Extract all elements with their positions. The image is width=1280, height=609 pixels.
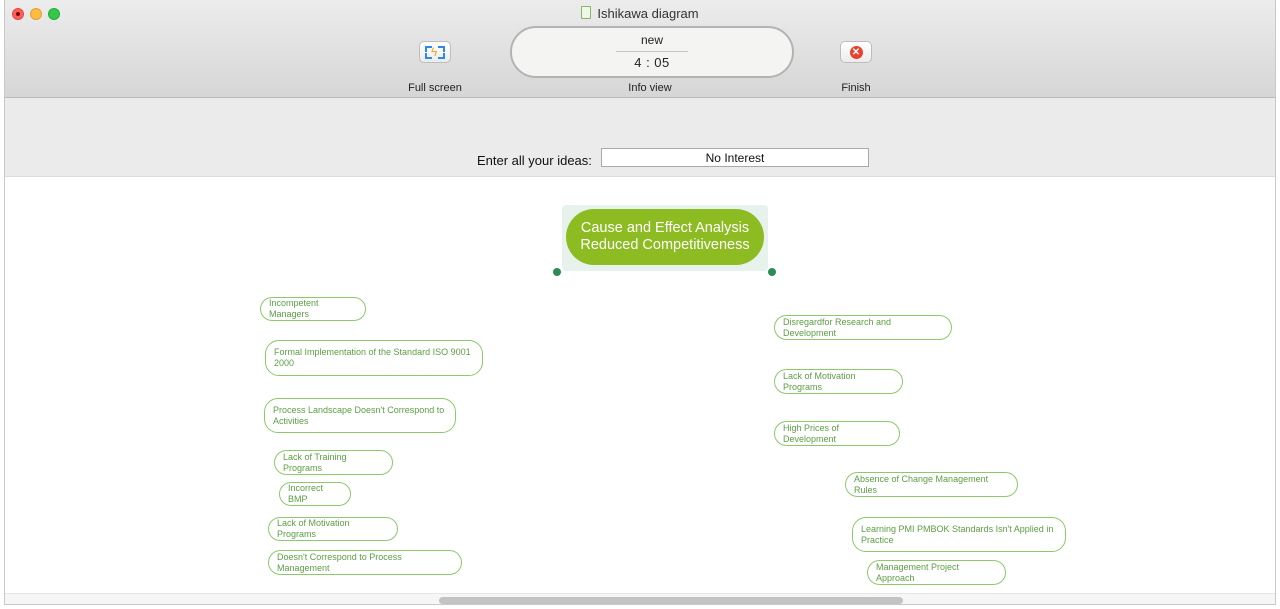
idea-entry-bar: Enter all your ideas: — [5, 98, 1275, 177]
root-topic-frame: Cause and Effect Analysis Reduced Compet… — [562, 205, 768, 271]
app-window: Ishikawa diagram ϟ Full screen new 4 : 0… — [4, 0, 1276, 605]
idea-left-1[interactable]: Incompetent Managers — [260, 297, 366, 321]
info-timer: 4 : 05 — [634, 55, 670, 70]
idea-label: Doesn't Correspond to Process Management — [277, 551, 402, 573]
idea-input[interactable] — [601, 148, 869, 167]
info-status: new — [640, 33, 663, 47]
idea-right-5[interactable]: Learning PMI PMBOK Standards Isn't Appli… — [852, 517, 1066, 552]
full-screen-label: Full screen — [408, 82, 462, 94]
idea-left-6[interactable]: Lack of Motivation Programs — [268, 517, 398, 541]
left-branch-connector[interactable] — [553, 268, 561, 276]
info-view-label: Info view — [628, 82, 672, 94]
finish-label: Finish — [841, 82, 871, 94]
window-title-text: Ishikawa diagram — [597, 6, 699, 21]
diagram-canvas[interactable]: Cause and Effect Analysis Reduced Compet… — [5, 177, 1275, 593]
idea-left-5[interactable]: Incorrect BMP — [279, 482, 351, 506]
idea-label: Lack of Training Programs — [283, 451, 347, 473]
idea-label: Management Project Approach — [876, 561, 960, 583]
full-screen-button[interactable]: ϟ — [419, 41, 451, 63]
idea-label: Disregardfor Research and Development — [783, 316, 892, 338]
idea-left-2[interactable]: Formal Implementation of the Standard IS… — [265, 340, 483, 376]
finish-button[interactable]: ✕ — [840, 41, 872, 63]
window-title: Ishikawa diagram — [5, 6, 1275, 21]
full-screen-icon: ϟ — [425, 45, 445, 59]
idea-label: Formal Implementation of the Standard IS… — [274, 347, 471, 368]
toolbar: Ishikawa diagram ϟ Full screen new 4 : 0… — [5, 0, 1275, 98]
idea-right-6[interactable]: Management Project Approach — [867, 560, 1006, 585]
idea-right-1[interactable]: Disregardfor Research and Development — [774, 315, 952, 340]
idea-label: Process Landscape Doesn't Correspond to … — [273, 404, 445, 426]
root-topic-line1: Cause and Effect Analysis — [580, 220, 750, 236]
idea-label: Incompetent Managers — [269, 298, 319, 319]
idea-entry-label: Enter all your ideas: — [477, 153, 592, 168]
scrollbar-thumb[interactable] — [439, 597, 903, 604]
idea-label: Incorrect BMP — [288, 483, 324, 504]
document-icon — [581, 6, 592, 19]
idea-left-4[interactable]: Lack of Training Programs — [274, 450, 393, 475]
idea-label: Lack of Motivation Programs — [783, 370, 856, 392]
idea-right-3[interactable]: High Prices of Development — [774, 421, 900, 446]
root-topic[interactable]: Cause and Effect Analysis Reduced Compet… — [566, 209, 764, 265]
idea-label: Lack of Motivation Programs — [277, 518, 350, 539]
idea-right-2[interactable]: Lack of Motivation Programs — [774, 369, 903, 394]
idea-left-3[interactable]: Process Landscape Doesn't Correspond to … — [264, 398, 456, 433]
root-topic-line2: Reduced Competitiveness — [580, 237, 750, 253]
idea-left-7[interactable]: Doesn't Correspond to Process Management — [268, 550, 462, 575]
idea-label: High Prices of Development — [783, 422, 840, 444]
idea-label: Absence of Change Management Rules — [854, 473, 989, 495]
horizontal-scrollbar[interactable] — [5, 593, 1275, 604]
idea-label: Learning PMI PMBOK Standards Isn't Appli… — [861, 523, 1054, 545]
idea-right-4[interactable]: Absence of Change Management Rules — [845, 472, 1018, 497]
info-view-panel[interactable]: new 4 : 05 — [510, 26, 794, 78]
info-divider — [616, 51, 688, 52]
close-circle-icon: ✕ — [849, 45, 863, 59]
right-branch-connector[interactable] — [768, 268, 776, 276]
